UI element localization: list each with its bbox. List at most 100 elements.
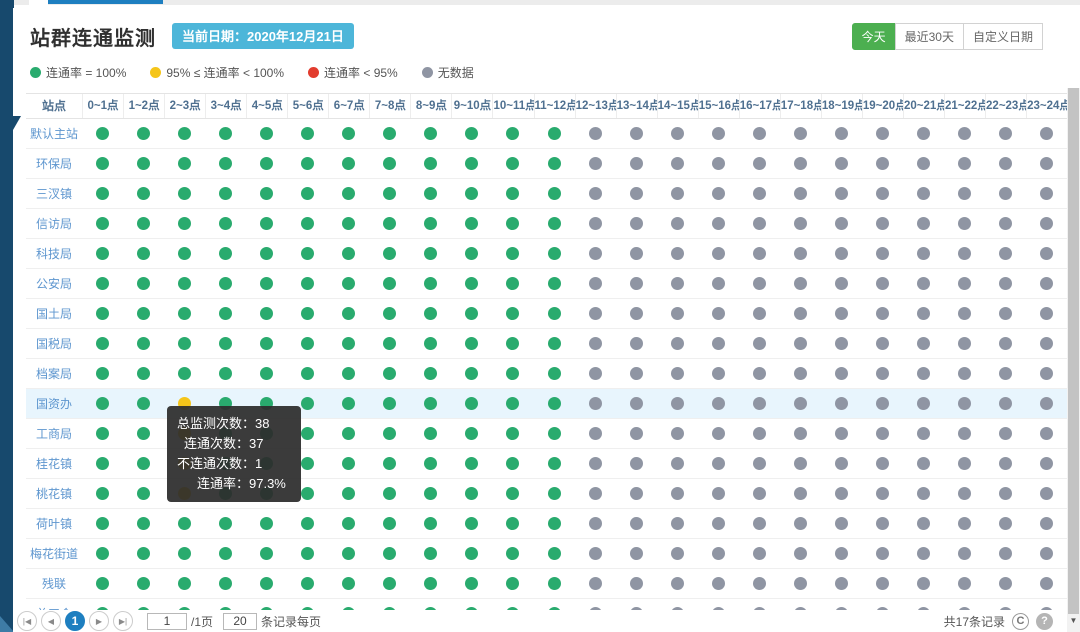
status-dot[interactable] — [589, 157, 602, 170]
prev-page-button[interactable]: ◀ — [41, 611, 61, 631]
status-dot[interactable] — [548, 547, 561, 560]
status-dot[interactable] — [178, 367, 191, 380]
status-dot[interactable] — [671, 217, 684, 230]
status-dot[interactable] — [712, 247, 725, 260]
status-dot[interactable] — [178, 157, 191, 170]
status-dot[interactable] — [178, 127, 191, 140]
inactive-tab[interactable] — [0, 0, 14, 8]
status-dot[interactable] — [917, 517, 930, 530]
status-dot[interactable] — [178, 217, 191, 230]
status-dot[interactable] — [383, 367, 396, 380]
status-dot[interactable] — [301, 397, 314, 410]
status-dot[interactable] — [794, 277, 807, 290]
status-dot[interactable] — [424, 517, 437, 530]
status-dot[interactable] — [301, 577, 314, 590]
status-dot[interactable] — [999, 277, 1012, 290]
status-dot[interactable] — [548, 457, 561, 470]
status-dot[interactable] — [383, 307, 396, 320]
status-dot[interactable] — [178, 577, 191, 590]
status-dot[interactable] — [383, 577, 396, 590]
status-dot[interactable] — [712, 547, 725, 560]
range-button-active[interactable]: 今天 — [852, 23, 896, 50]
status-dot[interactable] — [589, 547, 602, 560]
status-dot[interactable] — [96, 127, 109, 140]
status-dot[interactable] — [999, 547, 1012, 560]
status-dot[interactable] — [465, 157, 478, 170]
status-dot[interactable] — [96, 577, 109, 590]
status-dot[interactable] — [506, 517, 519, 530]
status-dot[interactable] — [589, 457, 602, 470]
site-link[interactable]: 桃花镇 — [26, 485, 82, 502]
status-dot[interactable] — [342, 397, 355, 410]
status-dot[interactable] — [260, 157, 273, 170]
status-dot[interactable] — [548, 127, 561, 140]
status-dot[interactable] — [712, 127, 725, 140]
scroll-down-arrow-icon[interactable]: ▼ — [1067, 616, 1080, 630]
status-dot[interactable] — [917, 457, 930, 470]
status-dot[interactable] — [342, 427, 355, 440]
status-dot[interactable] — [260, 577, 273, 590]
status-dot[interactable] — [424, 577, 437, 590]
status-dot[interactable] — [753, 547, 766, 560]
status-dot[interactable] — [712, 187, 725, 200]
status-dot[interactable] — [753, 517, 766, 530]
status-dot[interactable] — [260, 367, 273, 380]
status-dot[interactable] — [137, 367, 150, 380]
status-dot[interactable] — [96, 217, 109, 230]
status-dot[interactable] — [424, 217, 437, 230]
status-dot[interactable] — [506, 547, 519, 560]
status-dot[interactable] — [712, 517, 725, 530]
status-dot[interactable] — [506, 217, 519, 230]
status-dot[interactable] — [671, 487, 684, 500]
status-dot[interactable] — [137, 547, 150, 560]
status-dot[interactable] — [342, 217, 355, 230]
status-dot[interactable] — [835, 307, 848, 320]
status-dot[interactable] — [506, 127, 519, 140]
status-dot[interactable] — [506, 487, 519, 500]
status-dot[interactable] — [137, 127, 150, 140]
status-dot[interactable] — [753, 247, 766, 260]
status-dot[interactable] — [999, 397, 1012, 410]
sidebar-bottom-handle[interactable] — [0, 616, 14, 632]
collapsed-sidebar[interactable] — [0, 5, 13, 632]
status-dot[interactable] — [1040, 157, 1053, 170]
status-dot[interactable] — [301, 487, 314, 500]
status-dot[interactable] — [342, 547, 355, 560]
status-dot[interactable] — [794, 517, 807, 530]
status-dot[interactable] — [301, 157, 314, 170]
status-dot[interactable] — [835, 367, 848, 380]
status-dot[interactable] — [137, 157, 150, 170]
status-dot[interactable] — [1040, 547, 1053, 560]
site-link[interactable]: 档案局 — [26, 365, 82, 382]
status-dot[interactable] — [260, 547, 273, 560]
status-dot[interactable] — [465, 577, 478, 590]
status-dot[interactable] — [137, 577, 150, 590]
status-dot[interactable] — [876, 367, 889, 380]
status-dot[interactable] — [219, 217, 232, 230]
status-dot[interactable] — [1040, 427, 1053, 440]
status-dot[interactable] — [506, 367, 519, 380]
last-page-button[interactable]: ▶| — [113, 611, 133, 631]
status-dot[interactable] — [958, 277, 971, 290]
status-dot[interactable] — [178, 247, 191, 260]
status-dot[interactable] — [958, 427, 971, 440]
status-dot[interactable] — [958, 127, 971, 140]
status-dot[interactable] — [96, 487, 109, 500]
status-dot[interactable] — [753, 307, 766, 320]
status-dot[interactable] — [794, 547, 807, 560]
status-dot[interactable] — [999, 127, 1012, 140]
status-dot[interactable] — [219, 307, 232, 320]
status-dot[interactable] — [506, 457, 519, 470]
status-dot[interactable] — [465, 367, 478, 380]
status-dot[interactable] — [424, 547, 437, 560]
site-link[interactable]: 公安局 — [26, 275, 82, 292]
status-dot[interactable] — [999, 307, 1012, 320]
status-dot[interactable] — [1040, 577, 1053, 590]
status-dot[interactable] — [876, 487, 889, 500]
status-dot[interactable] — [999, 517, 1012, 530]
status-dot[interactable] — [671, 187, 684, 200]
status-dot[interactable] — [589, 127, 602, 140]
status-dot[interactable] — [999, 217, 1012, 230]
status-dot[interactable] — [178, 307, 191, 320]
status-dot[interactable] — [301, 367, 314, 380]
